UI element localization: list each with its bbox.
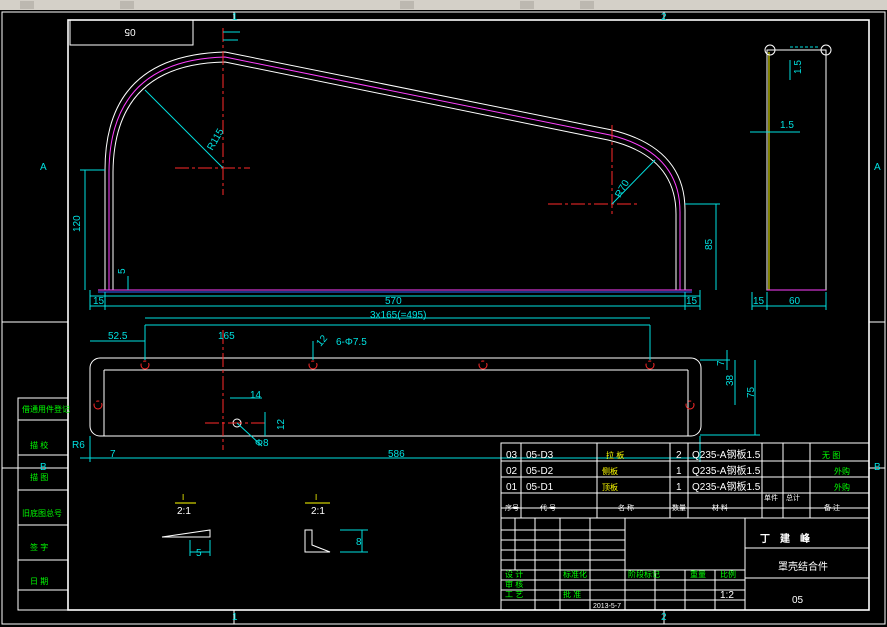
stamp-label-3: 签 字: [30, 542, 48, 552]
bom-qty: 1: [676, 466, 682, 477]
bom-material: Q235-A钢板1.5: [692, 448, 761, 461]
bom-qty: 2: [676, 450, 682, 461]
cad-drawing-canvas[interactable]: 1 2 1 2 A B A B 05 R115 R70 120 85 5 15 …: [0, 0, 887, 627]
side-view: [750, 44, 832, 310]
bom-note: 无 图: [822, 451, 840, 460]
dim-14: 14: [250, 390, 262, 401]
zone-label-bottom-1: 1: [232, 612, 238, 623]
detail-1-title: I: [182, 493, 184, 502]
zone-label-right-a: A: [874, 162, 881, 173]
bom-row-03: 03 05-D3 拉 板 2 Q235-A钢板1.5 无 图: [506, 448, 840, 461]
bom-code: 05-D2: [526, 466, 554, 477]
detail-2-title: I: [315, 493, 317, 502]
zone-label-top-1: 1: [232, 12, 238, 23]
dim-165: 165: [218, 331, 235, 342]
bom-code: 05-D1: [526, 482, 554, 493]
stamp-label-1: 借通用件登记: [22, 404, 70, 414]
dim-85: 85: [704, 238, 715, 250]
tb-label: 标准化: [563, 569, 587, 579]
scale-value: 1:2: [720, 590, 734, 601]
bom-header-cell: 备 注: [824, 503, 840, 512]
bom-header-cell: 材 料: [712, 503, 728, 512]
dim-75: 75: [746, 386, 757, 398]
bom-material: Q235-A钢板1.5: [692, 464, 761, 477]
bom-header: 序号 代 号 名 称 数量 材 料 单件 总计 备 注: [505, 493, 840, 512]
bom-row-02: 02 05-D2 侧板 1 Q235-A钢板1.5 外购: [506, 464, 850, 477]
dim-5: 5: [117, 268, 128, 274]
dim-586: 586: [388, 449, 405, 460]
tb-label: 审 核: [505, 579, 523, 589]
dim-120: 120: [72, 215, 83, 232]
tb-label: 设 计: [505, 569, 523, 579]
tb-label: 阶段标记: [628, 569, 660, 579]
dim-7-right: 7: [716, 360, 727, 366]
dim-7: 7: [110, 449, 116, 460]
dim-side-15: 15: [753, 296, 765, 307]
dim-15-left: 15: [93, 296, 105, 307]
bom-qty: 1: [676, 482, 682, 493]
bom-name: 侧板: [602, 466, 618, 476]
bom-header-cell: 代 号: [540, 503, 556, 512]
bom-header-cell: 单件: [764, 493, 778, 502]
tb-label: 批 准: [563, 589, 581, 599]
detail-2-scale: 2:1: [311, 506, 325, 517]
bom-code: 05-D3: [526, 450, 554, 461]
bom-header-cell: 名 称: [618, 503, 634, 512]
bom-name: 拉 板: [606, 450, 624, 460]
zone-label-left-b: B: [40, 462, 47, 473]
dim-r70: R70: [613, 178, 632, 200]
dim-12: 12: [276, 418, 287, 430]
detail-1-dim: 5: [196, 548, 202, 559]
drawing-number-box: 05: [69, 19, 194, 46]
detail-2-dim: 8: [356, 537, 362, 548]
bom-header-cell: 总计: [786, 493, 800, 502]
tb-label: 工 艺: [505, 590, 523, 599]
detail-1-scale: 2:1: [177, 506, 191, 517]
bom-row-01: 01 05-D1 顶板 1 Q235-A钢板1.5 外购: [506, 480, 850, 493]
stamp-label-4: 日 期: [30, 577, 48, 586]
stamp-label-2: 旧底图总号: [22, 508, 62, 518]
dim-570: 570: [385, 296, 402, 307]
bom-note: 外购: [834, 466, 850, 476]
stamp-label-5: 描 图: [30, 472, 48, 482]
designer-name: 丁建峰: [760, 532, 820, 545]
drawing-number: 05: [792, 595, 804, 606]
bom-header-cell: 序号: [505, 503, 519, 512]
dim-12-angle: 12: [314, 333, 330, 349]
drawing-number-text: 05: [124, 26, 136, 37]
front-view: [80, 28, 720, 319]
bom-material: Q235-A钢板1.5: [692, 480, 761, 493]
tb-label: 重量: [690, 569, 706, 579]
bom-no: 02: [506, 466, 518, 477]
dim-r115: R115: [205, 127, 226, 153]
zone-label-left-a: A: [40, 162, 47, 173]
zone-label-top-2: 2: [661, 12, 667, 23]
bom-header-cell: 数量: [672, 503, 686, 512]
dim-phi8: Φ8: [255, 438, 269, 449]
dim-38: 38: [725, 374, 736, 386]
part-name: 罩壳结合件: [778, 560, 828, 573]
detail-views: [161, 502, 368, 556]
dim-52-5: 52.5: [108, 331, 128, 342]
dim-side-60: 60: [789, 296, 801, 307]
dim-hole-spacing: 3x165(=495): [370, 310, 426, 321]
tb-label: 比例: [720, 569, 736, 579]
bom-no: 01: [506, 482, 518, 493]
dim-hole-count: 6-Φ7.5: [336, 337, 367, 348]
zone-label-right-b: B: [874, 462, 881, 473]
date-value: 2013-5-7: [593, 603, 621, 610]
dim-side-1-5: 1.5: [780, 120, 794, 131]
zone-label-bottom-2: 2: [661, 612, 667, 623]
dim-side-1-5-top: 1.5: [793, 60, 804, 74]
plan-view: [80, 324, 760, 462]
dim-15-right: 15: [686, 296, 698, 307]
bom-no: 03: [506, 450, 518, 461]
dim-r6: R6: [72, 440, 85, 451]
bom-note: 外购: [834, 482, 850, 492]
bom-name: 顶板: [602, 482, 618, 492]
stamp-label-6: 描 校: [30, 440, 48, 450]
